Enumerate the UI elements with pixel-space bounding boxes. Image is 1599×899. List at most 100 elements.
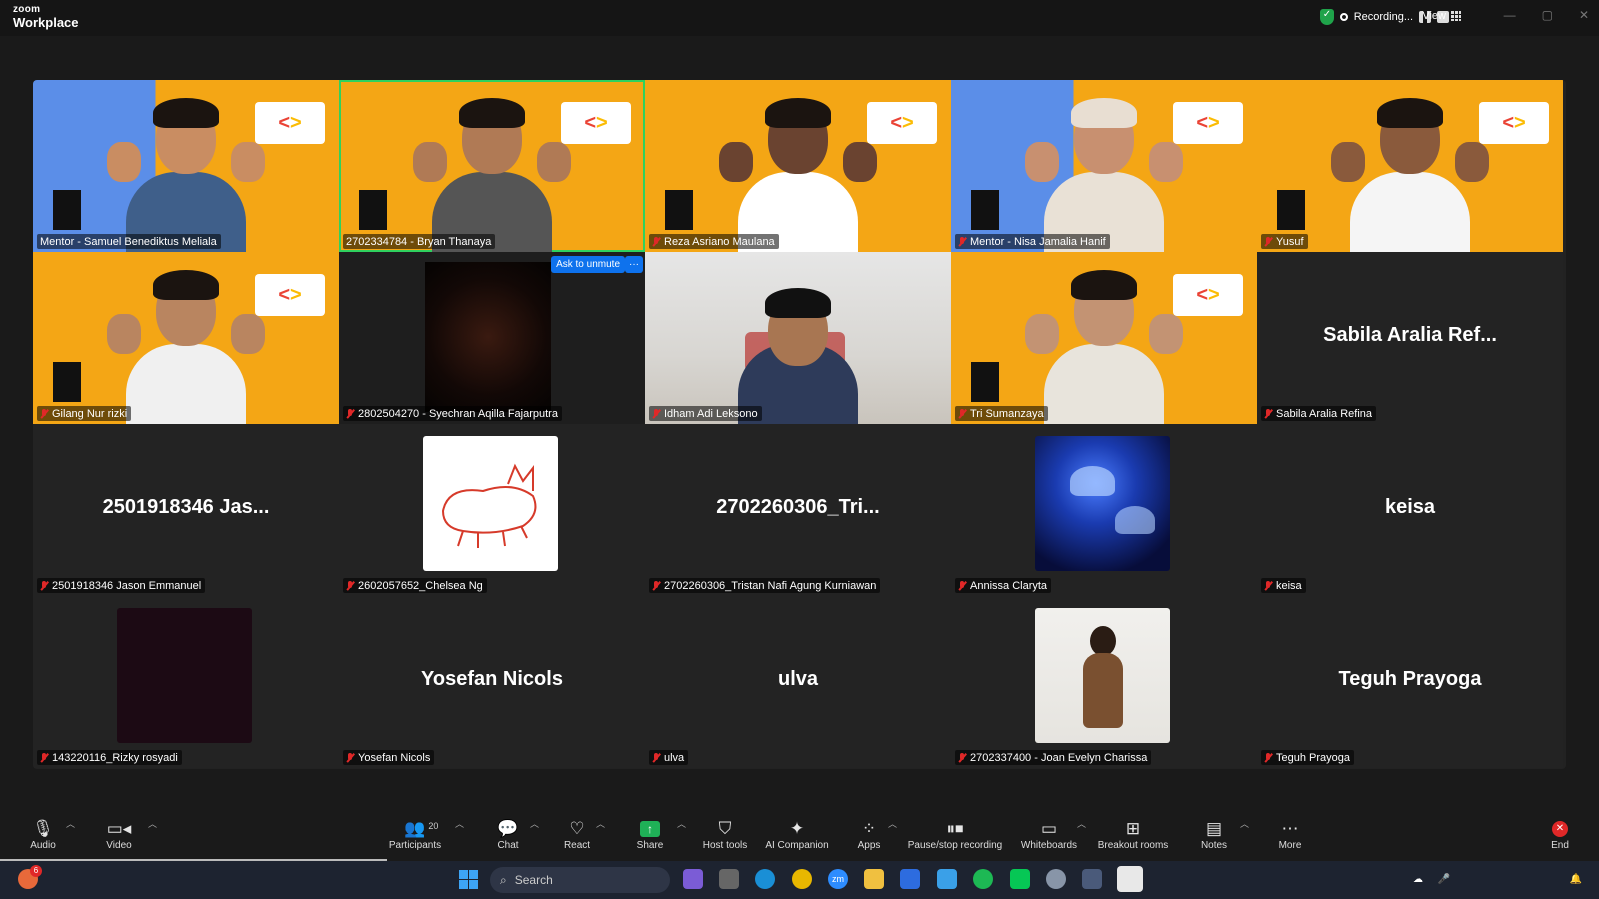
notes-button[interactable]: ▤ Notes [1200, 807, 1228, 861]
end-label: End [1551, 839, 1569, 851]
tray-network-icon[interactable]: ☁ [1408, 869, 1428, 889]
recording-label: Recording... [1353, 11, 1413, 23]
camera-icon: ▭◂ [106, 818, 132, 838]
participant-name-label: ulva [649, 750, 689, 765]
windows-taskbar: 6 ⌕ Search zm ☁ 🎤 🔔 [0, 861, 1599, 899]
audio-button[interactable]: 🎙 Audio [26, 807, 60, 861]
participant-tile[interactable]: Idham Adi Leksono [645, 252, 951, 424]
react-button[interactable]: ♡ React [562, 807, 592, 861]
participant-tile[interactable]: 143220116_Rizky rosyadi [33, 596, 339, 768]
taskbar-search[interactable]: ⌕ Search [490, 867, 670, 893]
ai-companion-button[interactable]: ✦ AI Companion [762, 807, 832, 861]
participant-tile[interactable]: < > 2702334784 - Bryan Thanaya [339, 80, 645, 252]
participant-tile[interactable]: 2501918346 Jas... 2501918346 Jason Emmanu… [33, 424, 339, 596]
host-tools-button[interactable]: ⛉ Host tools [700, 807, 750, 861]
chrome-icon[interactable] [792, 869, 812, 889]
edge-browser-icon[interactable] [755, 869, 775, 889]
close-icon[interactable]: ✕ [1579, 8, 1589, 22]
participants-options-chevron-icon[interactable]: ︿ [455, 817, 464, 830]
weather-app-icon[interactable]: 6 [18, 865, 42, 889]
spotify-icon[interactable] [973, 869, 993, 889]
apps-options-chevron-icon[interactable]: ︿ [888, 817, 897, 830]
search-icon: ⌕ [500, 872, 507, 887]
participant-tile[interactable]: ulva ulva [645, 596, 951, 768]
task-view-icon[interactable] [719, 869, 739, 889]
audio-options-chevron-icon[interactable]: ︿ [66, 817, 75, 830]
participant-tile[interactable]: 2702337400 - Joan Evelyn Charissa [951, 596, 1257, 768]
participant-tile[interactable]: Annissa Claryta [951, 424, 1257, 596]
encryption-shield-icon[interactable] [1319, 9, 1334, 25]
participant-name-label: 143220116_Rizky rosyadi [37, 750, 182, 765]
more-button[interactable]: ⋯ More [1276, 807, 1304, 861]
participants-count: 20 [428, 820, 439, 831]
participant-name: Mentor - Nisa Jamalia Hanif [970, 235, 1106, 248]
participant-video-feed [719, 98, 877, 252]
shield-icon: ⛉ [718, 818, 732, 838]
share-button[interactable]: ↑ Share [635, 807, 665, 861]
chat-button[interactable]: 💬 Chat [494, 807, 522, 861]
participant-tile[interactable]: 2702260306_Tri... 2702260306_Tristan Nafi… [645, 424, 951, 596]
settings-gear-icon[interactable] [1046, 869, 1066, 889]
participant-tile[interactable]: < > Tri Sumanzaya [951, 252, 1257, 424]
participant-tile[interactable]: < > Mentor - Nisa Jamalia Hanif [951, 80, 1257, 252]
copilot-icon[interactable] [683, 869, 703, 889]
participant-tile[interactable]: keisa keisa [1257, 424, 1563, 596]
end-button[interactable]: ✕ End [1548, 807, 1572, 861]
snipping-tool-icon[interactable] [937, 869, 957, 889]
participant-tile[interactable]: < > Gilang Nur rizki [33, 252, 339, 424]
participants-button[interactable]: 👥 20 Participants [386, 807, 444, 861]
minimize-icon[interactable]: — [1504, 8, 1516, 22]
more-label: More [1278, 839, 1302, 851]
react-options-chevron-icon[interactable]: ︿ [596, 817, 605, 830]
participant-tile[interactable]: Teguh Prayoga Teguh Prayoga [1257, 596, 1563, 768]
mic-muted-icon [40, 580, 48, 591]
apps-button[interactable]: ⁘ Apps [855, 807, 883, 861]
app-icon[interactable] [1082, 869, 1102, 889]
pause-stop-recording-button[interactable]: ⏸⏹ Pause/stop recording [906, 807, 1004, 861]
background-block [53, 362, 81, 402]
participant-name-label: Mentor - Samuel Benediktus Meliala [37, 234, 221, 249]
breakout-rooms-button[interactable]: ⊞ Breakout rooms [1096, 807, 1170, 861]
participant-name: 2602057652_Chelsea Ng [358, 579, 483, 592]
chat-options-chevron-icon[interactable]: ︿ [530, 817, 539, 830]
mic-muted-icon [652, 580, 660, 591]
zoom-app-icon[interactable]: zm [828, 869, 848, 889]
participant-tile[interactable]: < > Reza Asriano Maulana [645, 80, 951, 252]
maximize-icon[interactable]: ▢ [1542, 8, 1553, 22]
video-button[interactable]: ▭◂ Video [102, 807, 136, 861]
tile-more-options-button[interactable]: ··· [625, 256, 643, 273]
participant-name: Reza Asriano Maulana [664, 235, 775, 248]
participant-name: 2702337400 - Joan Evelyn Charissa [970, 751, 1148, 764]
participant-tile[interactable]: Ask to unmute ··· 2802504270 - Syechran Aq… [339, 252, 645, 424]
participant-tile[interactable]: Sabila Aralia Ref... Sabila Aralia Refina [1257, 252, 1563, 424]
windows-start-icon[interactable] [459, 870, 478, 889]
participant-tile[interactable]: < > Yusuf [1257, 80, 1563, 252]
participant-tile[interactable]: Yosefan Nicols Yosefan Nicols [339, 596, 645, 768]
participant-name: Idham Adi Leksono [664, 407, 758, 420]
participant-tile[interactable]: 2602057652_Chelsea Ng [339, 424, 645, 596]
end-icon: ✕ [1552, 820, 1568, 837]
participant-name-label: Annissa Claryta [955, 578, 1052, 593]
tray-mic-icon[interactable]: 🎤 [1434, 869, 1454, 889]
mic-muted-icon [652, 408, 660, 419]
whiteboards-options-chevron-icon[interactable]: ︿ [1077, 817, 1086, 830]
portrait-person [1090, 626, 1116, 656]
video-options-chevron-icon[interactable]: ︿ [148, 817, 157, 830]
meeting-toolbar: 🎙 Audio ︿ ▭◂ Video ︿ 👥 20 Participants ︿ … [0, 807, 1599, 861]
dev-logo-icon: < > [561, 102, 631, 144]
pause-recording-label: Pause/stop recording [907, 839, 1003, 851]
participant-name-label: Teguh Prayoga [1261, 750, 1354, 765]
ask-to-unmute-button[interactable]: Ask to unmute [551, 256, 625, 273]
view-button[interactable]: View [1422, 10, 1461, 22]
paint-app-icon[interactable] [1117, 866, 1143, 892]
participant-tile[interactable]: < > Mentor - Samuel Benediktus Meliala [33, 80, 339, 252]
share-options-chevron-icon[interactable]: ︿ [677, 817, 686, 830]
whiteboards-button[interactable]: ▭ Whiteboards [1020, 807, 1078, 861]
notes-options-chevron-icon[interactable]: ︿ [1240, 817, 1249, 830]
mic-muted-icon [958, 236, 966, 247]
line-app-icon[interactable] [1010, 869, 1030, 889]
file-explorer-icon[interactable] [864, 869, 884, 889]
mic-muted-icon [346, 408, 354, 419]
store-icon[interactable] [900, 869, 920, 889]
notification-bell-icon[interactable]: 🔔 [1566, 869, 1586, 889]
